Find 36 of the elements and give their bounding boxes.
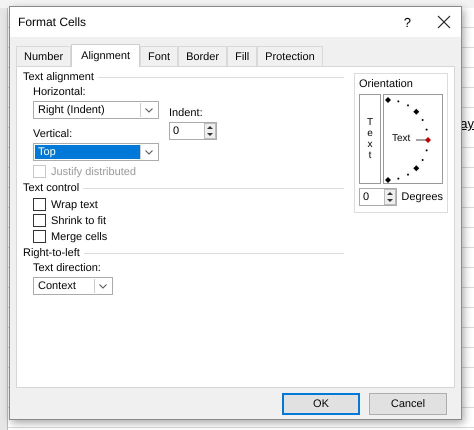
dial-text: Text: [392, 133, 410, 144]
spin-field[interactable]: 0: [169, 122, 217, 140]
section-heading: Text control: [23, 182, 80, 194]
chevron-down-icon: [145, 108, 153, 112]
chevron-down-icon: [99, 284, 107, 288]
section-heading: Right-to-left: [23, 247, 80, 259]
tab[interactable]: Number: [16, 46, 72, 66]
close-icon[interactable]: [437, 15, 451, 29]
tab[interactable]: Border: [178, 46, 228, 66]
dropdown[interactable]: Right (Indent): [33, 101, 159, 119]
dialog-button[interactable]: Cancel: [369, 392, 447, 414]
checkbox[interactable]: Merge cells: [33, 229, 344, 244]
checkbox[interactable]: Shrink to fit: [33, 213, 344, 228]
dialog-button[interactable]: OK: [282, 392, 360, 414]
tab[interactable]: Font: [140, 46, 178, 66]
help-button[interactable]: ?: [386, 14, 429, 30]
section-heading: Text alignment: [23, 71, 94, 83]
field-label: Indent:: [169, 107, 203, 119]
field-label: Degrees: [401, 191, 443, 203]
field-label: Text direction:: [33, 262, 102, 274]
orientation-dial-drawing[interactable]: [385, 97, 431, 183]
chevron-down-icon: [145, 150, 153, 154]
spin-field[interactable]: 0: [359, 188, 398, 206]
window-title: Format Cells: [18, 15, 88, 29]
tab[interactable]: Protection: [257, 46, 323, 66]
field-label: Horizontal:: [33, 86, 86, 98]
tab[interactable]: Alignment: [71, 44, 140, 67]
checkbox[interactable]: Wrap text: [33, 197, 344, 212]
section-heading: Orientation: [359, 78, 414, 90]
dropdown[interactable]: Context: [33, 277, 113, 295]
spinner-arrows-icon: [384, 189, 396, 205]
vertical-text-button[interactable]: Text: [359, 94, 381, 184]
field-label: Vertical:: [33, 128, 72, 140]
tab[interactable]: Fill: [227, 46, 258, 66]
dropdown[interactable]: Top: [33, 143, 159, 161]
spinner-arrows-icon: [204, 123, 216, 139]
